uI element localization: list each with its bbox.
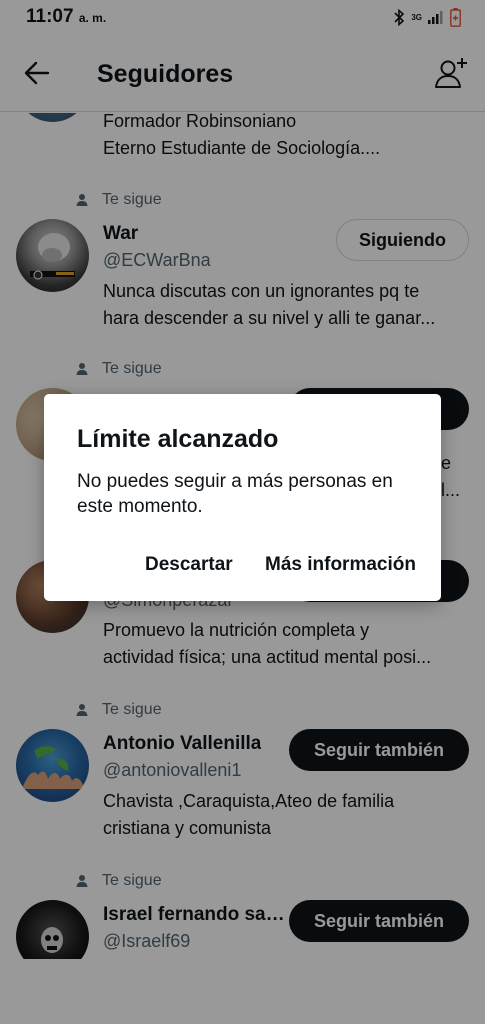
dialog-message: No puedes seguir a más personas en este … bbox=[77, 471, 393, 517]
more-info-button[interactable]: Más información bbox=[265, 554, 416, 576]
dialog-title: Límite alcanzado bbox=[77, 425, 279, 453]
limit-dialog: Límite alcanzado No puedes seguir a más … bbox=[44, 394, 441, 601]
dismiss-button[interactable]: Descartar bbox=[145, 554, 233, 576]
